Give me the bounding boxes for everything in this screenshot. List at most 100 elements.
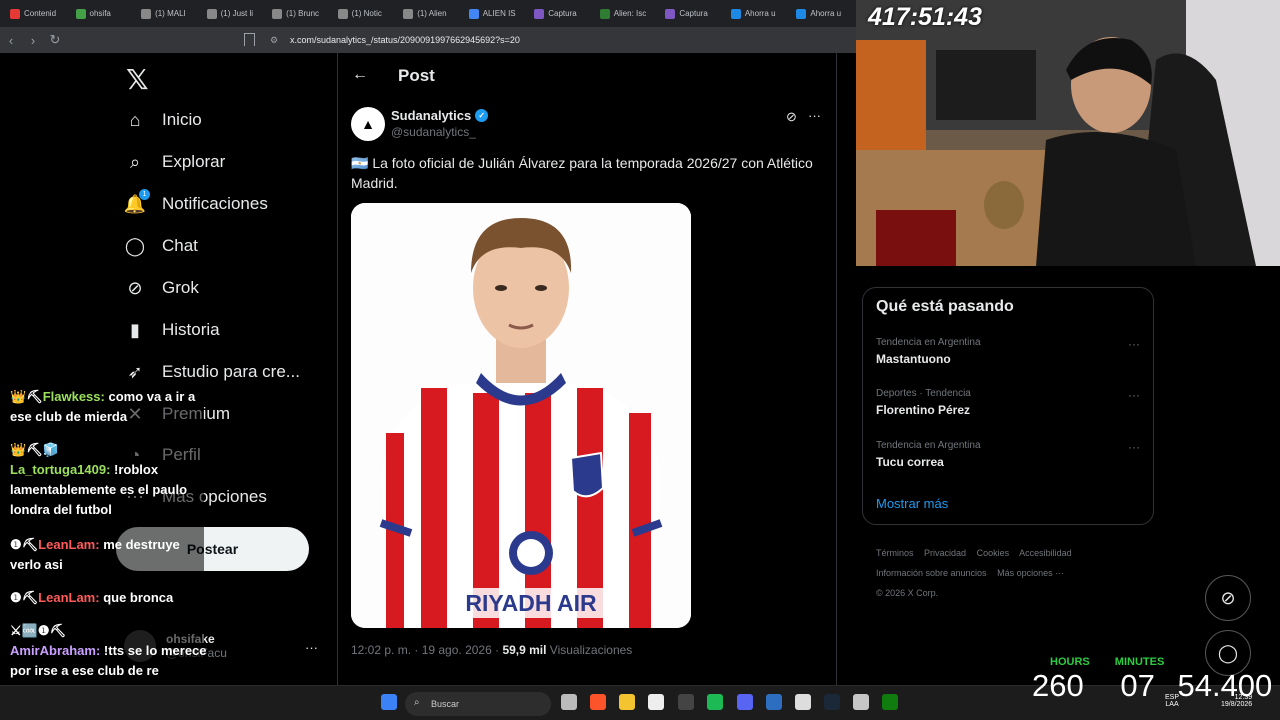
url-field[interactable]: x.com/sudanalytics_/status/2090091997662… [290,27,520,53]
sidebar-item-label: Estudio para cre... [162,362,300,381]
tab-favicon-icon [272,8,283,19]
tab-favicon-icon [665,8,676,19]
footer-link[interactable]: Términos [876,548,914,558]
back-nav-icon[interactable]: ‹ [0,33,22,48]
browser-tab[interactable]: Ahorra u [727,3,791,25]
sidebar-item-label: Notificaciones [162,194,268,213]
grok-fab-icon[interactable]: ⊘ [1205,575,1251,621]
trend-item[interactable]: Tendencia en Argentina Mastantuono ··· [876,337,1146,366]
footer-link[interactable]: Privacidad [924,548,966,558]
trend-item[interactable]: Deportes · Tendencia Florentino Pérez ··… [876,388,1146,417]
browser-tab[interactable]: Captura [661,3,725,25]
task-view-icon[interactable] [561,694,577,710]
browser-tab[interactable]: ALIEN IS [465,3,529,25]
browser-tab[interactable]: (1) Notic [334,3,398,25]
browser-tab[interactable]: (1) MALI [137,3,201,25]
chat-message: 👑⛏Flawkess: como va a ir a ese club de m… [10,387,210,427]
spotify-icon[interactable] [707,694,723,710]
post-meta: 12:02 p. m. · 19 ago. 2026 · 59,9 mil Vi… [351,643,632,657]
chat-text: que bronca [99,590,174,605]
reload-icon[interactable]: ↻ [44,32,66,48]
browser-tab[interactable]: Ahorra u [792,3,856,25]
browser-active-icon[interactable] [766,694,782,710]
trend-more-icon[interactable]: ··· [1128,337,1140,351]
post-timestamp[interactable]: 12:02 p. m. · 19 ago. 2026 · [351,643,502,657]
tab-favicon-icon [75,8,86,19]
post-more-icon[interactable]: ··· [808,108,821,123]
footer-link[interactable]: Cookies [977,548,1010,558]
browser-tab[interactable]: (1) Brunc [268,3,332,25]
footer-links: Términos Privacidad Cookies Accesibilida… [876,543,1146,603]
tab-label: Ahorra u [810,9,842,18]
sidebar-item-label: Inicio [162,110,202,129]
forward-nav-icon[interactable]: › [22,33,44,48]
browser-tab-bar: Contenid ohsifa (1) MALI (1) Just li (1) Bru… [0,0,856,27]
sidebar-item-4[interactable]: ⊘ Grok [124,277,198,299]
sidebar-item-2[interactable]: 🔔 1 Notificaciones [124,189,268,215]
footer-link[interactable]: Más opciones ··· [997,568,1064,578]
lang-code: ESP [1165,694,1180,701]
capcut-icon[interactable] [648,694,664,710]
author-name[interactable]: Sudanalytics ✓ [391,108,489,123]
browser-tab[interactable]: Alien: Isc [596,3,660,25]
browser-tab[interactable]: (1) Alien [399,3,463,25]
obs-icon[interactable] [678,694,694,710]
grok-icon[interactable]: ⊘ [786,109,797,125]
footer-link[interactable]: Accesibilidad [1019,548,1072,558]
trend-item[interactable]: Tendencia en Argentina Tucu correa ··· [876,440,1146,469]
discord-icon[interactable] [737,694,753,710]
tab-label: Alien: Isc [613,9,647,18]
x-logo-icon[interactable]: 𝕏 [126,63,149,96]
language-indicator[interactable]: ESP LAA [1165,694,1179,708]
show-more-link[interactable]: Mostrar más [876,496,948,511]
back-arrow-icon[interactable]: ← [352,66,368,84]
taskbar-search[interactable]: Buscar [405,692,551,716]
trend-name: Florentino Pérez [876,403,971,417]
chat-message: ❶⛏LeanLam: que bronca [10,588,210,608]
chat-user: La_tortuga1409: [10,462,111,477]
store-icon[interactable] [853,694,869,710]
sidebar-item-1[interactable]: ⌕ Explorar [124,151,225,173]
account-more-icon[interactable]: ··· [305,640,318,655]
browser-tab[interactable]: (1) Just li [203,3,267,25]
tab-favicon-icon [206,8,217,19]
chat-badge-icons: 👑⛏ [10,389,43,404]
search-icon: ⌕ [414,697,420,708]
notifications-icon: 🔔 1 [124,189,150,215]
author-name-text: Sudanalytics [391,108,472,123]
sidebar-item-label: Chat [162,236,198,255]
tab-favicon-icon [337,8,348,19]
browser-tab[interactable]: Contenid [6,3,70,25]
browser-tab[interactable]: ohsifa [72,3,136,25]
trends-title: Qué está pasando [876,298,1014,315]
post-text: 🇦🇷 La foto oficial de Julián Álvarez par… [351,155,813,191]
sidebar-item-5[interactable]: ▮ Historia [124,319,220,341]
author-handle[interactable]: @sudanalytics_ [391,125,476,139]
address-bar: ‹ › ↻ ⚙ x.com/sudanalytics_/status/20900… [0,27,856,53]
system-clock[interactable]: 12:39 19/8/2026 [1221,694,1252,708]
sidebar-item-3[interactable]: ◯ Chat [124,235,198,257]
site-info-icon[interactable]: ⚙ [270,35,278,46]
chat-badge-icons: ⚔🆒❶⛏ [10,623,66,638]
chat-message: ❶⛏LeanLam: me destruye verlo asi [10,535,210,575]
browser-tab[interactable]: Captura [530,3,594,25]
steam-icon[interactable] [824,694,840,710]
sidebar-item-label: Explorar [162,152,226,171]
sidebar-item-0[interactable]: ⌂ Inicio [124,109,202,131]
footer-link[interactable]: Información sobre anuncios [876,568,987,578]
file-explorer-icon[interactable] [619,694,635,710]
author-avatar[interactable]: ▲ [351,107,385,141]
brave-icon[interactable] [590,694,606,710]
xbox-icon[interactable] [882,694,898,710]
trend-more-icon[interactable]: ··· [1128,440,1140,454]
post-photo[interactable]: RIYADH AIR [351,203,691,628]
bookmark-icon[interactable] [244,33,255,46]
chat-badge-icons: ❶⛏ [10,590,39,605]
chat-user: LeanLam: [38,590,100,605]
windows-start-icon[interactable] [381,694,397,710]
skull-app-icon[interactable] [795,694,811,710]
sidebar-item-6[interactable]: ➶ Estudio para cre... [124,361,300,383]
notification-badge: 1 [139,189,150,200]
trend-more-icon[interactable]: ··· [1128,388,1140,402]
clock-time: 12:39 [1234,694,1253,701]
